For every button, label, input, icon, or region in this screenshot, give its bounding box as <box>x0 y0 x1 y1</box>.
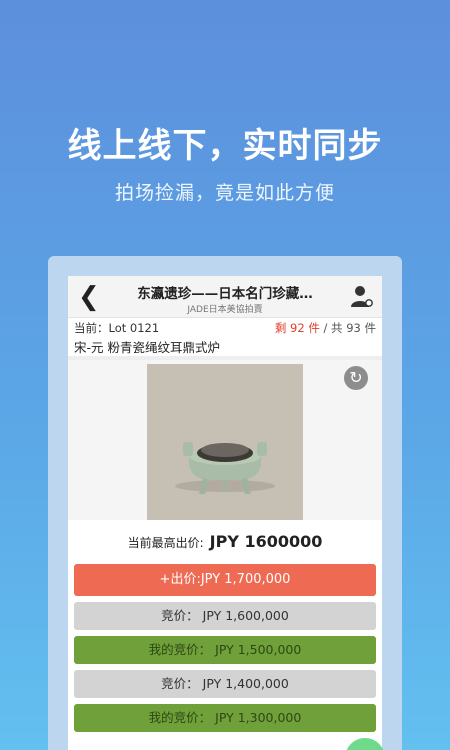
lot-photo[interactable] <box>147 364 303 520</box>
back-arrow-icon[interactable]: ❮ <box>78 282 100 312</box>
highest-bid-value: JPY 1600000 <box>209 532 323 551</box>
my-bid-history-item: 我的竞价： JPY 1,300,000 <box>74 704 376 732</box>
promo-subline: 拍场捡漏，竟是如此方便 <box>114 182 335 204</box>
lot-image-area: ↻ <box>68 360 382 520</box>
total-count: / 共 93 件 <box>319 321 377 335</box>
lot-status-bar: 当前：Lot 0121 剩 92 件 / 共 93 件 <box>68 318 382 338</box>
highest-bid: 当前最高出价: JPY 1600000 <box>68 520 382 560</box>
my-bid-history-item: 我的竞价： JPY 1,500,000 <box>74 636 376 664</box>
promo-headline: 线上线下，实时同步 <box>67 126 383 166</box>
app-screen: ❮ 东瀛遗珍——日本名门珍藏… JADE日本美協拍賣 当前：Lot 0121 剩… <box>68 276 382 750</box>
refresh-icon[interactable]: ↻ <box>344 366 368 390</box>
bid-history-item: 竞价： JPY 1,400,000 <box>74 670 376 698</box>
auction-title: 东瀛遗珍——日本名门珍藏… <box>137 286 313 302</box>
bid-history-item: 竞价： JPY 1,600,000 <box>74 602 376 630</box>
current-lot: 当前：Lot 0121 <box>74 321 160 335</box>
remaining-count: 剩 92 件 <box>274 321 320 335</box>
lot-count: 剩 92 件 / 共 93 件 <box>275 320 376 336</box>
user-settings-icon[interactable] <box>350 284 374 308</box>
place-bid-button[interactable]: +出价:JPY 1,700,000 <box>74 564 376 596</box>
highest-bid-label: 当前最高出价: <box>127 536 204 550</box>
nav-bar: ❮ 东瀛遗珍——日本名门珍藏… JADE日本美協拍賣 <box>68 276 382 318</box>
lot-title: 宋-元 粉青瓷绳纹耳鼎式炉 <box>68 338 382 360</box>
auction-house-name: JADE日本美協拍賣 <box>187 305 263 315</box>
